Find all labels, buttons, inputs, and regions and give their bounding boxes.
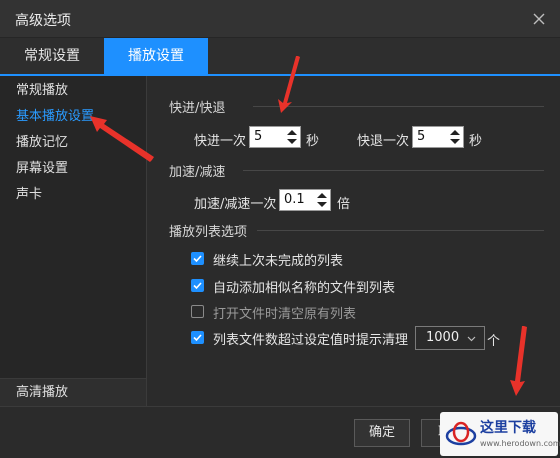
speed-label: 加速/减速一次	[194, 197, 277, 212]
section-title-playlist: 播放列表选项	[169, 225, 248, 240]
sidebar-item-basic-playback[interactable]: 基本播放设置	[0, 104, 146, 130]
playlist-limit-value: 1000	[426, 330, 460, 345]
tab-playback-settings[interactable]: 播放设置	[104, 38, 208, 74]
section-divider	[253, 106, 544, 107]
speed-unit: 倍	[337, 197, 351, 212]
sidebar-item-screen-settings[interactable]: 屏幕设置	[0, 156, 146, 182]
check-icon	[193, 255, 202, 263]
checkbox-unchecked[interactable]	[191, 305, 204, 318]
check-icon	[193, 282, 202, 290]
sidebar-item-sound-card[interactable]: 声卡	[0, 182, 146, 208]
playlist-limit-select[interactable]: 1000	[415, 326, 485, 350]
speed-value: 0.1	[284, 192, 305, 207]
stepper-arrows-icon[interactable]	[315, 190, 329, 210]
option-label: 自动添加相似名称的文件到列表	[213, 281, 396, 296]
option-label: 打开文件时清空原有列表	[213, 307, 357, 322]
backward-unit: 秒	[469, 134, 483, 149]
close-icon[interactable]	[528, 8, 550, 30]
speed-stepper[interactable]: 0.1	[279, 189, 331, 211]
forward-unit: 秒	[306, 134, 320, 149]
forward-value: 5	[254, 129, 263, 144]
checkbox-checked[interactable]	[191, 331, 204, 344]
check-icon	[193, 334, 202, 342]
section-title-speed: 加速/减速	[169, 165, 226, 180]
checkbox-checked[interactable]	[191, 252, 204, 265]
tab-bar: 常规设置 播放设置	[0, 38, 560, 76]
ok-button[interactable]: 确定	[354, 419, 410, 447]
option-label: 列表文件数超过设定值时提示清理	[213, 333, 409, 348]
backward-stepper[interactable]: 5	[412, 126, 464, 148]
option-label: 继续上次未完成的列表	[213, 254, 344, 269]
sidebar: 常规播放 基本播放设置 播放记忆 屏幕设置 声卡	[0, 76, 147, 406]
chevron-down-icon	[467, 336, 476, 342]
section-divider	[243, 170, 544, 171]
section-divider	[257, 230, 544, 231]
forward-label: 快进一次	[194, 134, 247, 149]
settings-panel: 快进/快退 快进一次 5 秒 快退一次 5 秒 加速/减速 加速/减速一次 0.…	[147, 76, 560, 406]
sidebar-item-playback-memory[interactable]: 播放记忆	[0, 130, 146, 156]
watermark-text: 这里下载	[480, 420, 536, 436]
stepper-arrows-icon[interactable]	[285, 127, 299, 147]
site-watermark: 这里下载 www.herodown.com	[440, 412, 560, 456]
section-title-seek: 快进/快退	[169, 101, 226, 116]
stepper-arrows-icon[interactable]	[448, 127, 462, 147]
playlist-limit-unit: 个	[487, 334, 501, 349]
checkbox-checked[interactable]	[191, 279, 204, 292]
forward-stepper[interactable]: 5	[249, 126, 301, 148]
window-title: 高级选项	[15, 13, 71, 29]
title-bar: 高级选项	[0, 0, 560, 38]
watermark-logo-icon	[445, 421, 477, 446]
tab-general-settings[interactable]: 常规设置	[0, 38, 104, 74]
backward-label: 快退一次	[357, 134, 410, 149]
backward-value: 5	[417, 129, 426, 144]
watermark-subtext: www.herodown.com	[480, 439, 560, 448]
sidebar-item-general-playback[interactable]: 常规播放	[0, 78, 146, 104]
sidebar-item-hd-playback[interactable]: 高清播放	[0, 378, 146, 406]
